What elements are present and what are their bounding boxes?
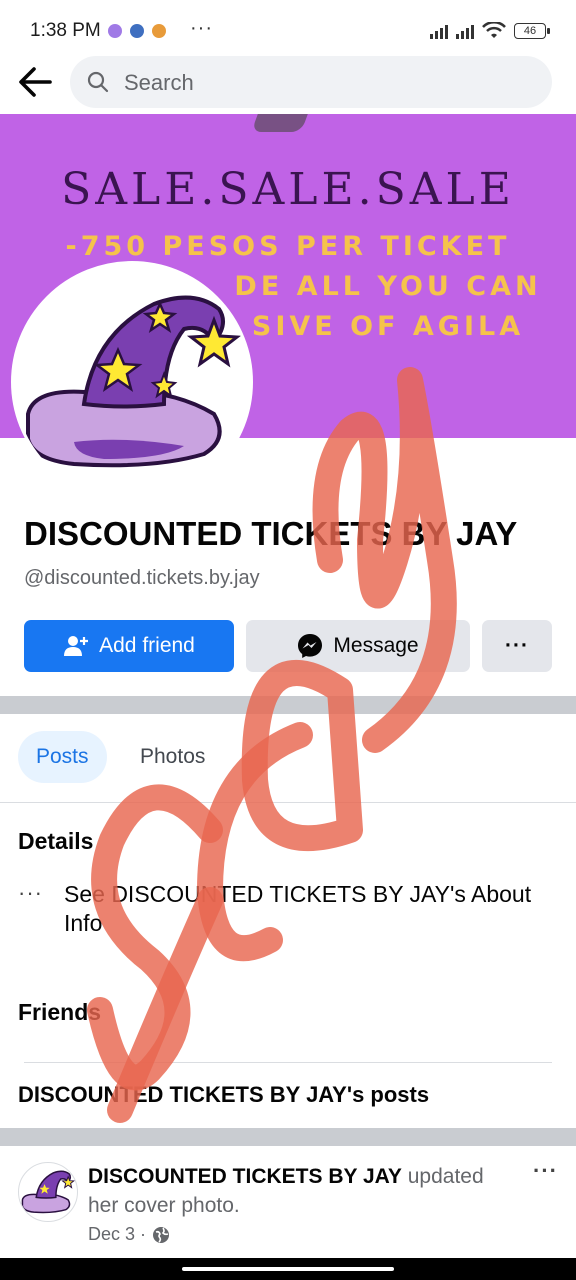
status-indicators: 46 [430, 22, 550, 40]
status-bar: 1:38 PM ··· 46 [0, 0, 576, 60]
profile-handle: @discounted.tickets.by.jay [24, 567, 260, 589]
tab-photos[interactable]: Photos [122, 731, 223, 783]
messenger-icon [297, 633, 323, 659]
signal-icon-2 [456, 23, 474, 39]
battery-icon: 46 [514, 23, 550, 39]
add-friend-label: Add friend [99, 634, 195, 657]
add-person-icon [63, 634, 89, 658]
back-arrow-icon [19, 67, 52, 97]
cover-decoration [251, 114, 311, 132]
search-icon [87, 71, 109, 93]
messenger-icon [108, 24, 122, 38]
post-text: DISCOUNTED TICKETS BY JAY updated her co… [88, 1162, 508, 1220]
more-dots-icon: ··· [18, 880, 43, 905]
message-label: Message [333, 634, 419, 657]
friends-heading: Friends [18, 999, 102, 1025]
post-item[interactable]: DISCOUNTED TICKETS BY JAY updated her co… [0, 1146, 576, 1256]
system-nav-bar [0, 1258, 576, 1280]
divider [24, 1062, 552, 1063]
cover-line-price: -750 PESOS PER TICKET [65, 231, 511, 262]
notification-icons [108, 24, 166, 38]
about-info-link[interactable]: See DISCOUNTED TICKETS BY JAY's About In… [64, 880, 554, 938]
cover-headline: SALE.SALE.SALE [61, 164, 515, 215]
wizard-hat-icon [21, 1170, 76, 1214]
message-button[interactable]: Message [246, 620, 470, 672]
details-heading: Details [18, 828, 94, 854]
signal-icon [430, 23, 448, 39]
avatar[interactable] [18, 1162, 78, 1222]
home-gesture-handle[interactable] [182, 1267, 394, 1271]
wizard-hat-icon [26, 295, 242, 468]
wifi-icon [482, 22, 506, 38]
header [0, 52, 576, 114]
status-more-icon: ··· [190, 17, 213, 39]
section-separator [0, 696, 576, 714]
search-bar[interactable] [70, 56, 552, 110]
more-options-button[interactable]: ··· [482, 620, 552, 672]
tab-posts[interactable]: Posts [18, 731, 107, 783]
post-date[interactable]: Dec 3 · [88, 1224, 146, 1245]
profile-name: DISCOUNTED TICKETS BY JAY [24, 515, 518, 552]
section-separator-2 [0, 1128, 576, 1146]
post-author[interactable]: DISCOUNTED TICKETS BY JAY [88, 1165, 402, 1188]
posts-heading: DISCOUNTED TICKETS BY JAY's posts [18, 1082, 430, 1107]
chat-app-icon [130, 24, 144, 38]
app-icon [152, 24, 166, 38]
post-meta: Dec 3 · [88, 1224, 170, 1245]
profile-actions: Add friend Message ··· [24, 620, 552, 672]
profile-picture[interactable] [11, 261, 253, 503]
status-time: 1:38 PM [30, 20, 101, 41]
back-button[interactable] [14, 62, 58, 102]
globe-icon [153, 1226, 170, 1243]
profile-tabs: Posts Photos [0, 714, 576, 803]
post-more-button[interactable]: ··· [533, 1158, 558, 1184]
search-input[interactable] [122, 56, 526, 110]
add-friend-button[interactable]: Add friend [24, 620, 234, 672]
